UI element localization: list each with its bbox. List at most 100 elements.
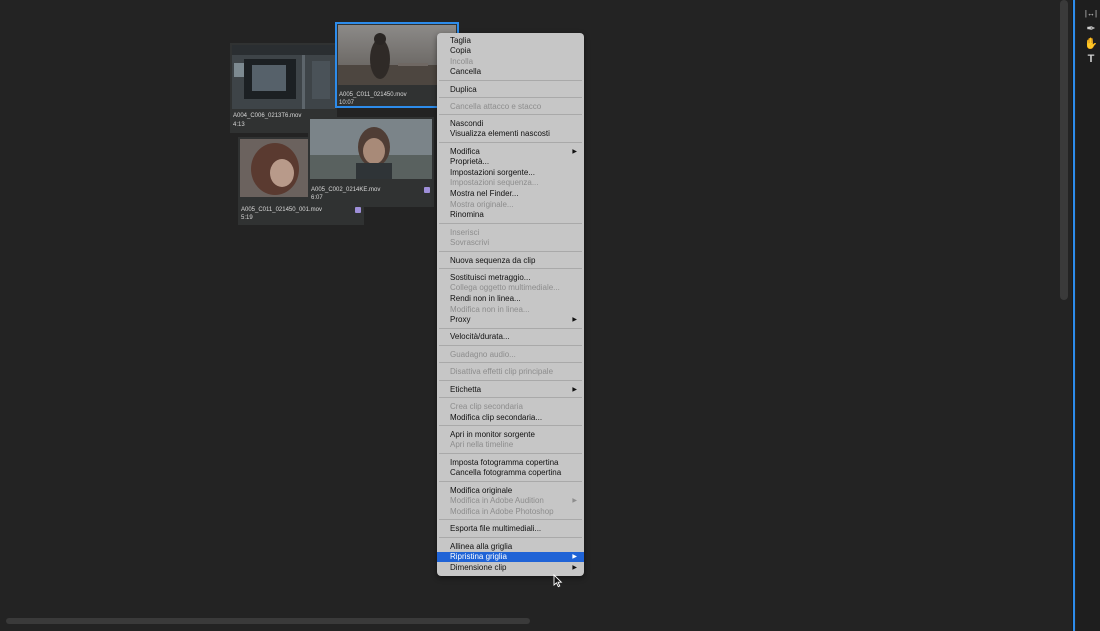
submenu-arrow-icon: ▶ bbox=[572, 387, 577, 393]
submenu-arrow-icon: ▶ bbox=[572, 149, 577, 155]
clip-name: A005_C011_021450.mov bbox=[339, 92, 407, 98]
menu-item-inserisci: Inserisci bbox=[437, 228, 584, 238]
pen-tool-icon[interactable]: ✒ bbox=[1084, 23, 1098, 35]
horizontal-scrollbar[interactable] bbox=[6, 618, 530, 624]
menu-item-impostazioni-sorgente[interactable]: Impostazioni sorgente... bbox=[437, 168, 584, 178]
menu-item-label: Apri in monitor sorgente bbox=[450, 430, 535, 439]
menu-separator bbox=[439, 453, 582, 454]
menu-separator bbox=[439, 425, 582, 426]
menu-item-label: Collega oggetto multimediale... bbox=[450, 283, 560, 292]
clip-preview-image bbox=[310, 119, 432, 179]
menu-separator bbox=[439, 80, 582, 81]
context-menu: Taglia Copia Incolla Cancella Duplica Cancell… bbox=[437, 33, 584, 576]
menu-item-etichetta[interactable]: Etichetta ▶ bbox=[437, 385, 584, 395]
menu-item-label: Sovrascrivi bbox=[450, 238, 490, 247]
menu-item-label: Impostazioni sorgente... bbox=[450, 168, 535, 177]
menu-separator bbox=[439, 519, 582, 520]
menu-item-mostra-nel-finder[interactable]: Mostra nel Finder... bbox=[437, 189, 584, 199]
menu-separator bbox=[439, 345, 582, 346]
menu-item-label: Modifica in Adobe Audition bbox=[450, 496, 544, 505]
menu-item-taglia[interactable]: Taglia bbox=[437, 36, 584, 46]
menu-item-label: Copia bbox=[450, 46, 471, 55]
menu-item-rendi-non-in-linea[interactable]: Rendi non in linea... bbox=[437, 294, 584, 304]
menu-item-label: Modifica in Adobe Photoshop bbox=[450, 507, 554, 516]
menu-item-copia[interactable]: Copia bbox=[437, 46, 584, 56]
menu-item-label: Modifica non in linea... bbox=[450, 305, 530, 314]
menu-item-label: Sostituisci metraggio... bbox=[450, 273, 531, 282]
tools-panel bbox=[1076, 0, 1100, 631]
menu-item-cancella[interactable]: Cancella bbox=[437, 67, 584, 77]
menu-item-duplica[interactable]: Duplica bbox=[437, 85, 584, 95]
clip-name: A005_C002_0214KE.mov bbox=[311, 187, 381, 193]
label-color-badge bbox=[355, 207, 361, 213]
menu-item-esporta-file-multimediali[interactable]: Esporta file multimediali... bbox=[437, 524, 584, 534]
menu-item-impostazioni-sequenza: Impostazioni sequenza... bbox=[437, 178, 584, 188]
menu-item-label: Rendi non in linea... bbox=[450, 294, 521, 303]
menu-separator bbox=[439, 328, 582, 329]
menu-item-nascondi[interactable]: Nascondi bbox=[437, 119, 584, 129]
type-tool-icon[interactable]: T bbox=[1084, 53, 1098, 65]
clip-duration: 6:07 bbox=[311, 195, 323, 201]
submenu-arrow-icon: ▶ bbox=[572, 554, 577, 560]
menu-item-apri-in-monitor-sorgente[interactable]: Apri in monitor sorgente bbox=[437, 430, 584, 440]
menu-separator bbox=[439, 537, 582, 538]
menu-item-velocita-durata[interactable]: Velocità/durata... bbox=[437, 332, 584, 342]
menu-item-label: Modifica clip secondaria... bbox=[450, 413, 543, 422]
menu-item-label: Inserisci bbox=[450, 228, 480, 237]
menu-item-mostra-originale: Mostra originale... bbox=[437, 200, 584, 210]
menu-item-label: Nuova sequenza da clip bbox=[450, 256, 536, 265]
menu-separator bbox=[439, 142, 582, 143]
menu-item-modifica-in-adobe-photoshop: Modifica in Adobe Photoshop bbox=[437, 507, 584, 517]
hand-tool-icon[interactable]: ✋ bbox=[1084, 38, 1098, 50]
menu-item-disattiva-effetti-clip-principale: Disattiva effetti clip principale bbox=[437, 367, 584, 377]
submenu-arrow-icon: ▶ bbox=[572, 317, 577, 323]
menu-item-label: Velocità/durata... bbox=[450, 332, 510, 341]
menu-item-label: Proprietà... bbox=[450, 157, 490, 166]
menu-separator bbox=[439, 223, 582, 224]
menu-item-rinomina[interactable]: Rinomina bbox=[437, 210, 584, 220]
menu-item-label: Etichetta bbox=[450, 385, 482, 394]
menu-item-guadagno-audio: Guadagno audio... bbox=[437, 350, 584, 360]
menu-item-label: Guadagno audio... bbox=[450, 350, 516, 359]
clip-thumbnail-a005-c002[interactable]: A005_C002_0214KE.mov 6:07 bbox=[308, 117, 434, 207]
label-color-badge bbox=[424, 187, 430, 193]
submenu-arrow-icon: ▶ bbox=[572, 565, 577, 571]
clip-duration: 4:13 bbox=[233, 122, 245, 128]
menu-item-label: Mostra originale... bbox=[450, 200, 514, 209]
menu-item-label: Cancella fotogramma copertina bbox=[450, 468, 562, 477]
menu-item-proprieta[interactable]: Proprietà... bbox=[437, 157, 584, 167]
menu-item-label: Modifica originale bbox=[450, 486, 513, 495]
mouse-pointer-icon bbox=[553, 574, 563, 588]
menu-item-collega-oggetto-multimediale: Collega oggetto multimediale... bbox=[437, 283, 584, 293]
slip-tool-icon[interactable]: |↔| bbox=[1084, 8, 1098, 20]
vertical-scrollbar[interactable] bbox=[1060, 0, 1068, 300]
menu-item-nuova-sequenza-da-clip[interactable]: Nuova sequenza da clip bbox=[437, 256, 584, 266]
menu-item-label: Allinea alla griglia bbox=[450, 542, 513, 551]
menu-item-sovrascrivi: Sovrascrivi bbox=[437, 238, 584, 248]
clip-duration: 10:07 bbox=[339, 100, 355, 106]
menu-item-modifica[interactable]: Modifica ▶ bbox=[437, 147, 584, 157]
menu-item-label: Nascondi bbox=[450, 119, 484, 128]
menu-item-label: Esporta file multimediali... bbox=[450, 524, 542, 533]
menu-item-proxy[interactable]: Proxy ▶ bbox=[437, 315, 584, 325]
menu-item-cancella-fotogramma-copertina[interactable]: Cancella fotogramma copertina bbox=[437, 468, 584, 478]
menu-item-modifica-originale[interactable]: Modifica originale bbox=[437, 486, 584, 496]
submenu-arrow-icon: ▶ bbox=[572, 498, 577, 504]
menu-item-dimensione-clip[interactable]: Dimensione clip ▶ bbox=[437, 563, 584, 573]
menu-item-label: Ripristina griglia bbox=[450, 552, 507, 561]
menu-item-label: Cancella attacco e stacco bbox=[450, 102, 542, 111]
menu-item-modifica-clip-secondaria[interactable]: Modifica clip secondaria... bbox=[437, 413, 584, 423]
menu-separator bbox=[439, 251, 582, 252]
menu-separator bbox=[439, 268, 582, 269]
clip-preview-image bbox=[232, 45, 335, 109]
menu-item-allinea-alla-griglia[interactable]: Allinea alla griglia bbox=[437, 542, 584, 552]
menu-item-label: Cancella bbox=[450, 67, 482, 76]
menu-item-modifica-non-in-linea: Modifica non in linea... bbox=[437, 305, 584, 315]
clip-duration: 5:19 bbox=[241, 215, 253, 221]
menu-item-apri-nella-timeline: Apri nella timeline bbox=[437, 440, 584, 450]
menu-item-ripristina-griglia[interactable]: Ripristina griglia ▶ bbox=[437, 552, 584, 562]
menu-item-cancella-attacco-e-stacco: Cancella attacco e stacco bbox=[437, 102, 584, 112]
menu-item-visualizza-elementi-nascosti[interactable]: Visualizza elementi nascosti bbox=[437, 129, 584, 139]
menu-item-sostituisci-metraggio[interactable]: Sostituisci metraggio... bbox=[437, 273, 584, 283]
menu-item-imposta-fotogramma-copertina[interactable]: Imposta fotogramma copertina bbox=[437, 458, 584, 468]
